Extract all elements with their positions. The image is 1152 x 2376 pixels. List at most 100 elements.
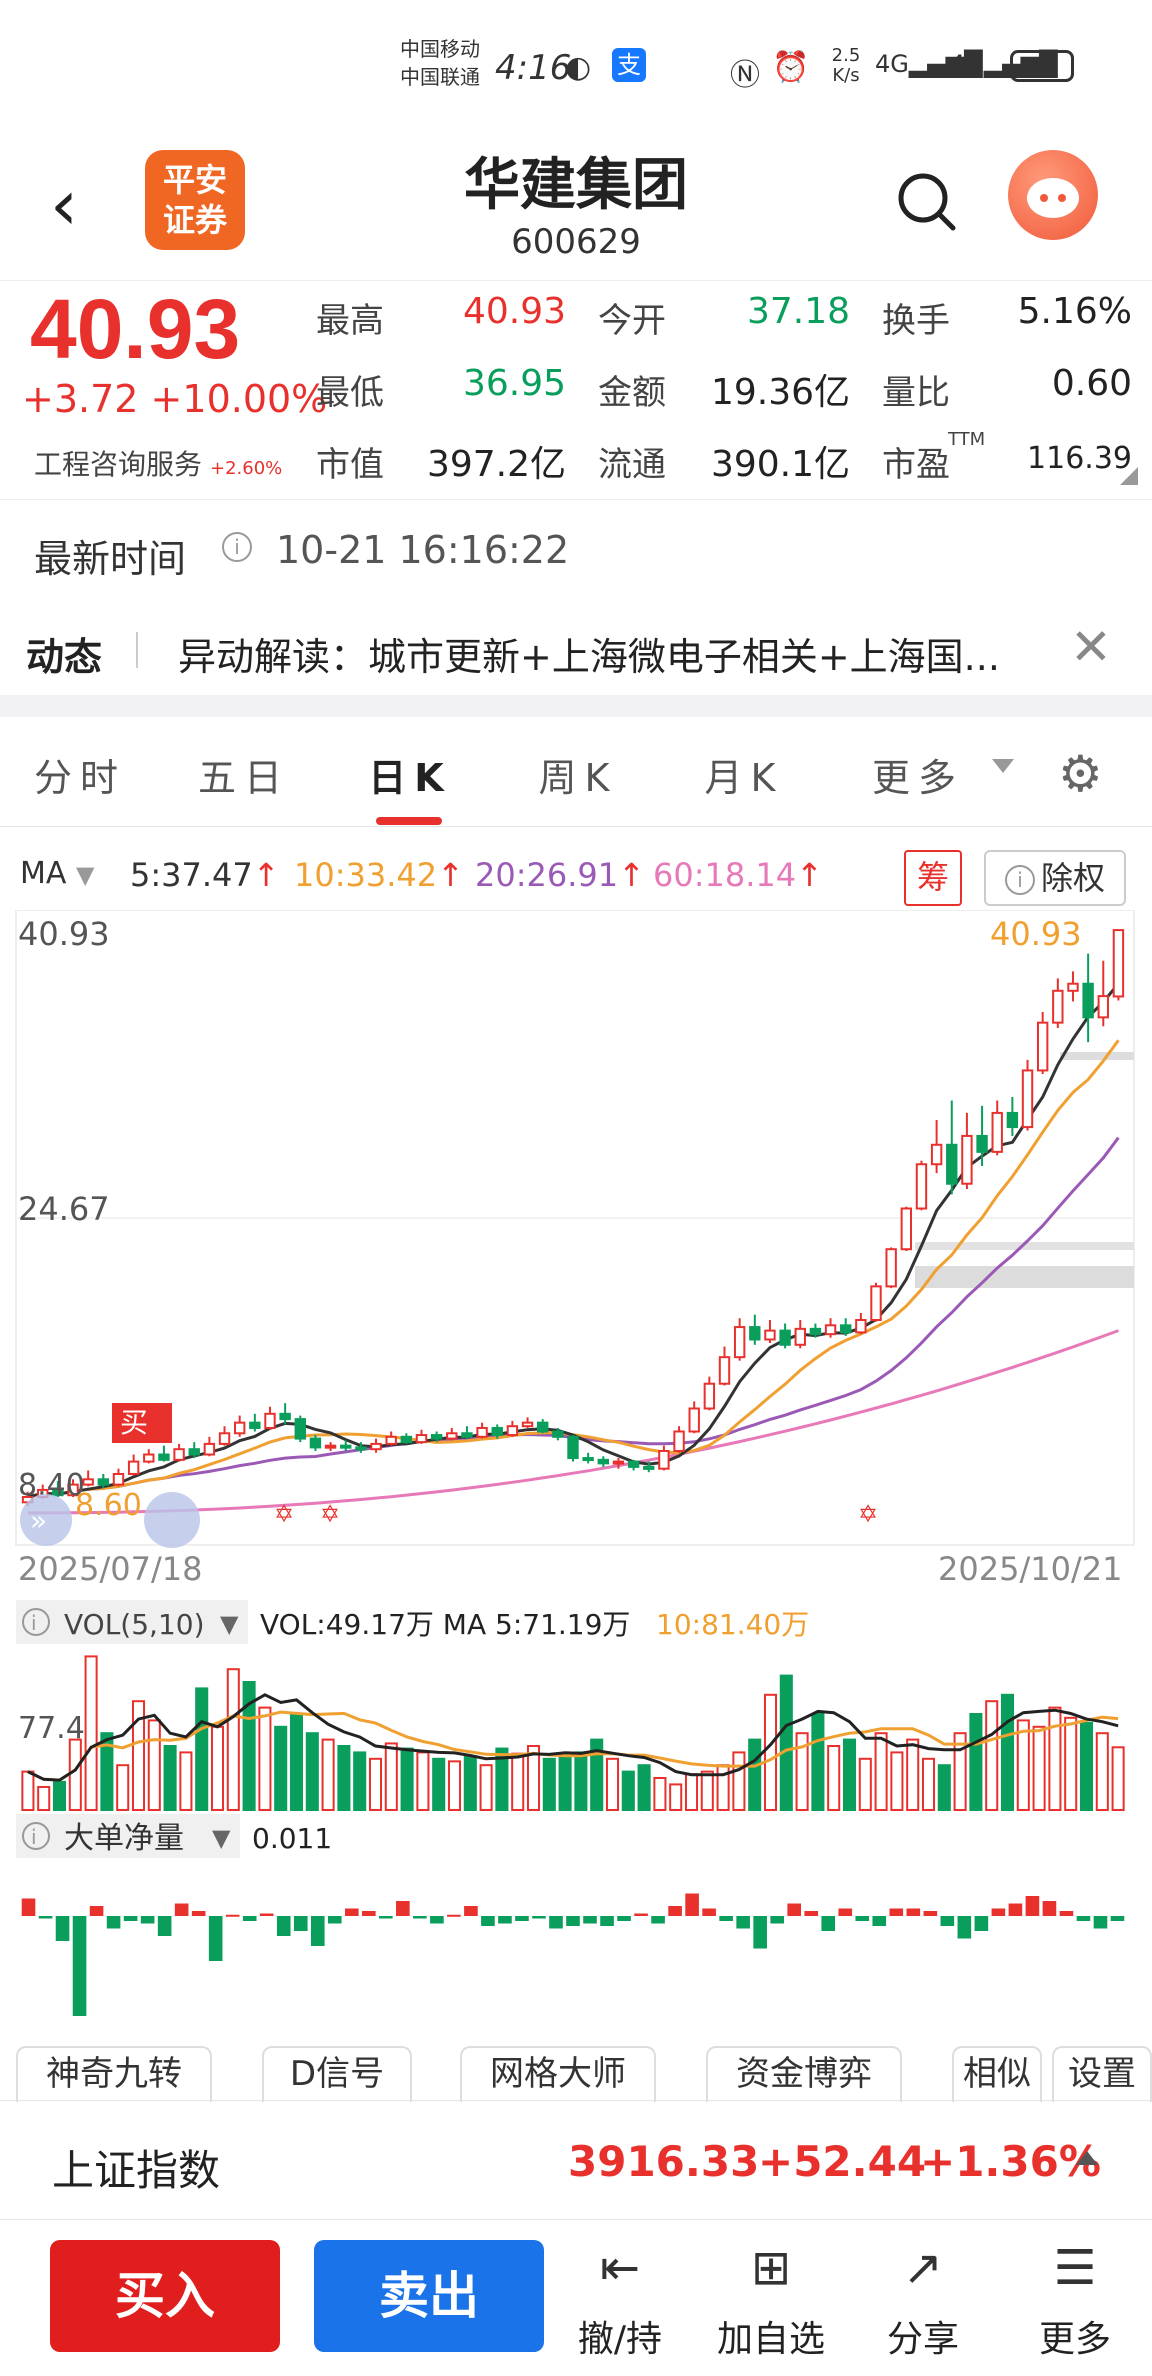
volume-bar [621, 1770, 635, 1811]
buy-button[interactable]: 买入 [50, 2240, 280, 2352]
volume-bar [637, 1764, 651, 1812]
net-order-bar [1008, 1903, 1023, 1916]
candle [188, 1448, 200, 1456]
volume-bar [669, 1783, 683, 1812]
candle [597, 1458, 609, 1465]
tab-five-day[interactable]: 五日 [184, 747, 304, 802]
battery-icon: 46 [1010, 50, 1074, 82]
caret-up-icon[interactable] [1076, 2151, 1098, 2165]
ma-selector[interactable]: MA ▼ [20, 856, 94, 891]
index-bar[interactable]: 上证指数 3916.33 +52.44 +1.36% [0, 2100, 1152, 2220]
more-button[interactable]: ☰ 更多 [1020, 2240, 1130, 2362]
star-marker: ✡ [858, 1500, 878, 1528]
tab-more[interactable]: 更多 [858, 747, 978, 802]
gear-icon[interactable]: ⚙ [1058, 745, 1103, 803]
sell-button[interactable]: 卖出 [314, 2240, 544, 2352]
alarm-icon: ⏰ [772, 50, 810, 85]
price-band [1060, 1052, 1134, 1060]
indicator-button-nine-turn[interactable]: 神奇九转 [16, 2046, 212, 2102]
tab-daily-k[interactable]: 日K [350, 747, 470, 802]
net-order-bar [736, 1916, 750, 1929]
candle [718, 1356, 731, 1385]
back-icon[interactable]: ‹ [50, 170, 78, 240]
ex-rights-button[interactable]: i 除权 [984, 850, 1126, 906]
vol-y-label: 77.4 [18, 1711, 85, 1746]
net-order-bar [1076, 1916, 1091, 1921]
indicator-button-capital[interactable]: 资金博弈 [706, 2046, 902, 2102]
volume-bar [68, 1738, 82, 1811]
tab-monthly-k[interactable]: 月K [684, 747, 804, 802]
share-button[interactable]: ↗ 分享 [868, 2240, 978, 2362]
net-order-bar [242, 1916, 257, 1921]
add-watchlist-button[interactable]: ⊞ 加自选 [716, 2240, 826, 2362]
carrier-labels: 中国移动 中国联通 [400, 35, 480, 91]
info-icon[interactable]: i [222, 532, 252, 562]
candle [627, 1460, 640, 1468]
logo-line-1: 平安 [162, 162, 227, 198]
tab-intraday[interactable]: 分时 [20, 747, 140, 802]
candle [946, 1143, 958, 1185]
net-order-bar [906, 1908, 921, 1916]
net-order-bar [327, 1916, 342, 1924]
ma10-value: 10:33.42↑ [294, 856, 464, 894]
net-order-bar [21, 1898, 36, 1916]
indicator-button-similar[interactable]: 相似 [952, 2046, 1042, 2102]
net-order-bar [753, 1916, 767, 1949]
volume-bar [653, 1777, 667, 1811]
cancel-hold-button[interactable]: ⇤ 撤/持 [565, 2240, 675, 2362]
candle [582, 1457, 594, 1462]
volume-bar [827, 1745, 841, 1811]
search-icon[interactable] [895, 170, 959, 234]
news-ticker[interactable]: 动态 异动解读：城市更新+上海微电子相关+上海国... ✕ [0, 600, 1152, 695]
pe-ttm-label: TTM [948, 429, 986, 450]
candle [158, 1453, 170, 1461]
net-order-bar [957, 1916, 972, 1939]
ma5-line [27, 982, 1120, 1499]
tab-weekly-k[interactable]: 周K [518, 747, 638, 802]
candle [703, 1382, 716, 1410]
y-label-mid: 24.67 [18, 1190, 110, 1228]
candle [506, 1425, 519, 1437]
volume-bar [748, 1738, 762, 1811]
chevron-down-icon[interactable] [992, 759, 1014, 773]
chip-distribution-button[interactable]: 筹 [904, 850, 962, 906]
volume-bar [1016, 1719, 1030, 1812]
net-order-bar [872, 1916, 887, 1926]
latest-time-label: 最新时间 [34, 537, 187, 581]
star-marker: ✡ [274, 1500, 294, 1528]
stock-name: 华建集团 [464, 153, 688, 218]
expand-corner-icon[interactable] [1120, 467, 1138, 485]
ma-label: MA [20, 856, 67, 891]
vol-summary: VOL:49.17万 MA 5:71.19万 [260, 1608, 630, 1641]
volume-bar [511, 1752, 525, 1811]
candle [688, 1407, 700, 1433]
net-order-bar [668, 1906, 682, 1916]
kline-chart-area[interactable]: 40.93 24.67 40.93 8.40 8.60 买 » ✡ ✡ ✡ 20… [0, 910, 1152, 2040]
volume-bar [147, 1719, 161, 1812]
volume-bar [542, 1757, 556, 1811]
industry-label[interactable]: 工程咨询服务 +2.60% [34, 443, 282, 483]
indicator-button-grid[interactable]: 网格大师 [460, 2046, 656, 2102]
index-name: 上证指数 [52, 2146, 221, 2195]
assistant-avatar-icon[interactable] [1008, 150, 1098, 240]
net-order-bar [855, 1916, 870, 1921]
net-order-bar [430, 1916, 444, 1924]
net-order-bar [396, 1901, 410, 1916]
volume-bar [811, 1713, 825, 1811]
volume-bar [84, 1655, 98, 1812]
double-chevron-icon: » [30, 1504, 47, 1537]
float-value: 390.1亿 [710, 444, 850, 485]
close-icon[interactable]: ✕ [1070, 618, 1112, 676]
candle [1082, 982, 1094, 1019]
candle [233, 1421, 246, 1435]
volume-bar [985, 1700, 999, 1812]
candle [112, 1472, 125, 1486]
net-order-bar [804, 1911, 819, 1916]
news-text[interactable]: 异动解读：城市更新+上海微电子相关+上海国... [178, 626, 1058, 681]
indicator-button-d-signal[interactable]: D信号 [262, 2046, 412, 2102]
settings-button[interactable]: 设置 [1052, 2046, 1152, 2102]
volume-bar [574, 1751, 588, 1812]
candle [82, 1478, 94, 1486]
turnover-label: 换手 [882, 301, 950, 341]
net-order-bar [208, 1916, 223, 1961]
